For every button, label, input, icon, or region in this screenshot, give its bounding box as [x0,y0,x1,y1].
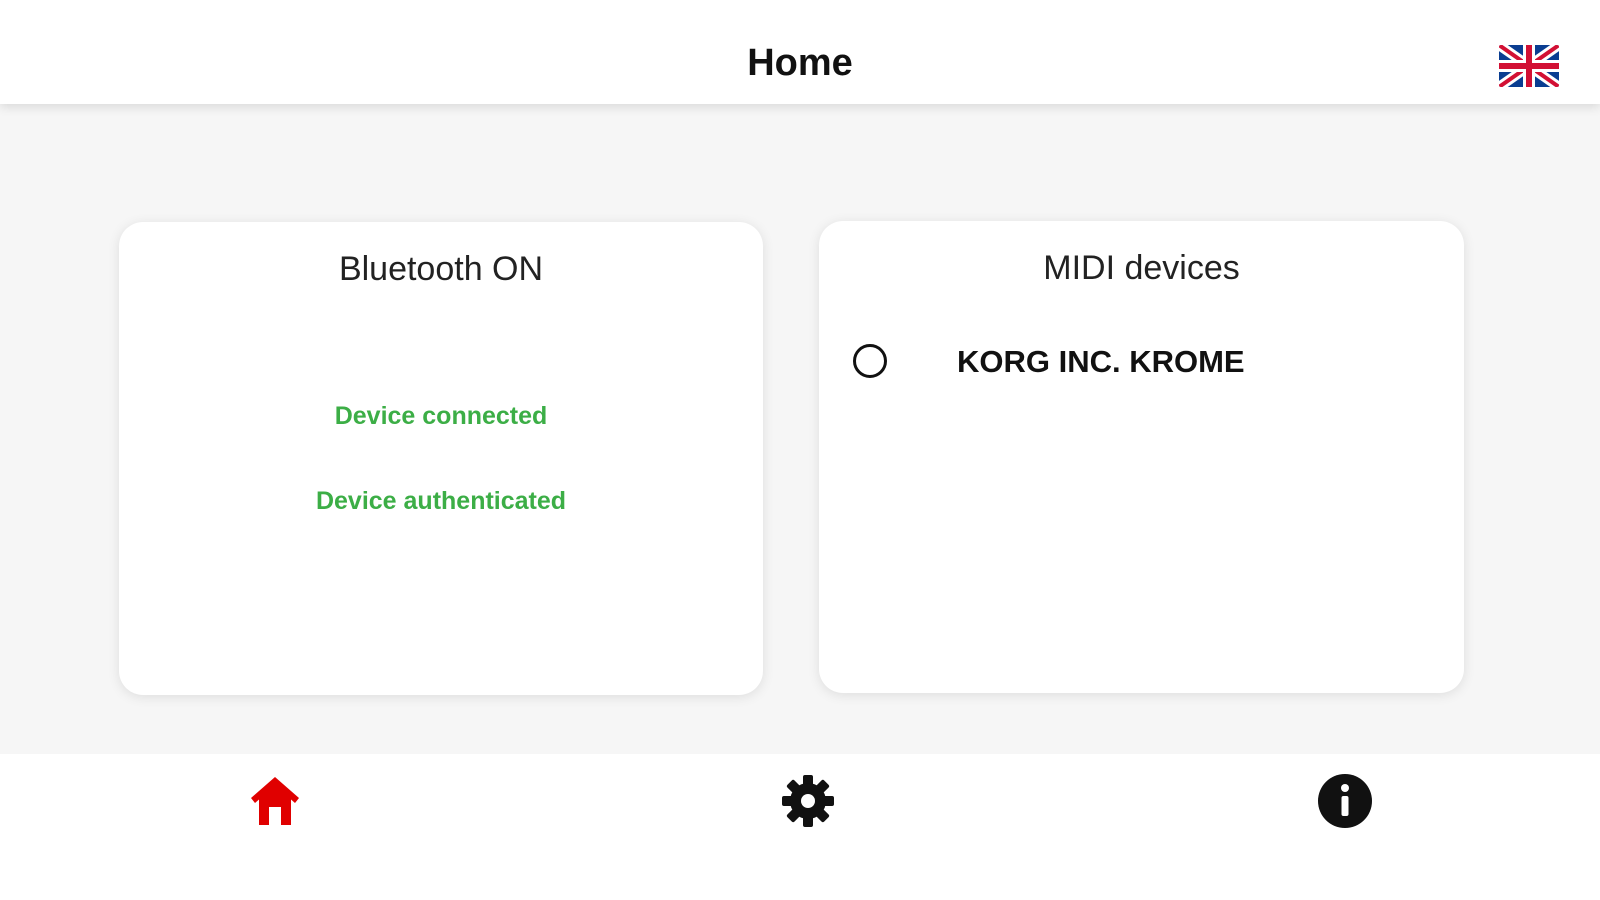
device-radio-button[interactable] [853,344,887,378]
device-authenticated-status: Device authenticated [315,487,567,515]
midi-device-name: KORG INC. KROME [957,344,1245,379]
uk-flag-icon [1499,45,1559,87]
top-app-bar: Home [0,0,1600,104]
info-tab[interactable] [1313,769,1377,833]
bottom-navigation [0,754,1600,900]
midi-card-title: MIDI devices [1043,249,1240,287]
home-icon [251,777,299,825]
bluetooth-card-title: Bluetooth ON [338,250,544,288]
device-connected-status: Device connected [334,402,548,430]
gear-icon [782,775,834,827]
midi-device-item[interactable]: KORG INC. KROME [853,342,1413,386]
page-title: Home [747,42,853,84]
bluetooth-status-card: Bluetooth ON Device connected Device aut… [119,222,763,695]
info-icon [1318,774,1372,828]
midi-devices-card: MIDI devices KORG INC. KROME [819,221,1464,693]
settings-tab[interactable] [776,769,840,833]
language-selector[interactable] [1499,45,1559,87]
home-tab[interactable] [243,769,307,833]
